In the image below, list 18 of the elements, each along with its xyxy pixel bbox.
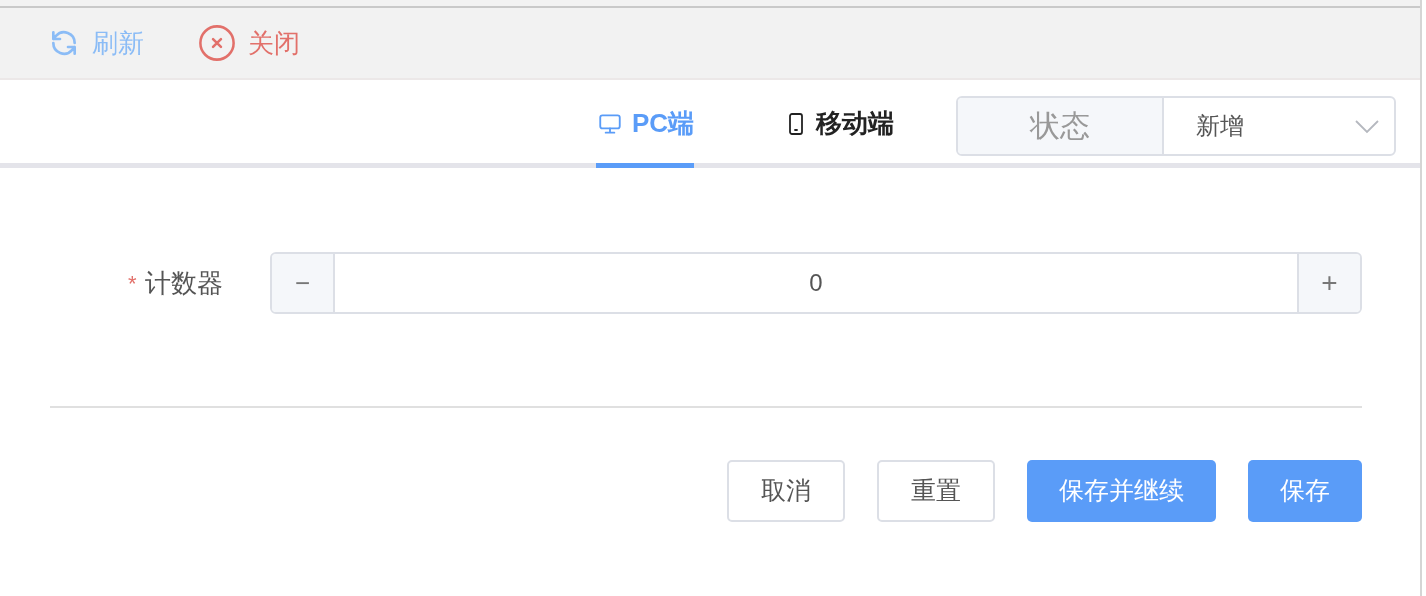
tab[interactable]: 移动端 xyxy=(784,84,894,168)
counter-value: 0 xyxy=(808,268,824,298)
counter-field[interactable]: − 0 + xyxy=(270,252,1362,314)
close-button[interactable]: 关闭 xyxy=(198,23,300,63)
default-button[interactable]: 取消 xyxy=(727,460,845,522)
status-select[interactable]: 状态 新增 xyxy=(956,95,1396,156)
primary-button[interactable]: 保存 xyxy=(1248,460,1362,522)
chevron-down-icon xyxy=(1354,117,1380,134)
decrement-button[interactable]: − xyxy=(272,254,335,312)
default-button[interactable]: 重置 xyxy=(877,460,995,522)
primary-button[interactable]: 保存并继续 xyxy=(1027,460,1216,522)
tab[interactable]: PC端 xyxy=(595,84,694,168)
select-label: 状态 xyxy=(958,97,1164,154)
required-mark: * xyxy=(128,269,137,298)
increment-button[interactable]: + xyxy=(1297,254,1360,312)
close-icon xyxy=(198,24,236,62)
select-value: 新增 xyxy=(1195,110,1245,141)
field-label: 计数器 xyxy=(144,266,223,300)
